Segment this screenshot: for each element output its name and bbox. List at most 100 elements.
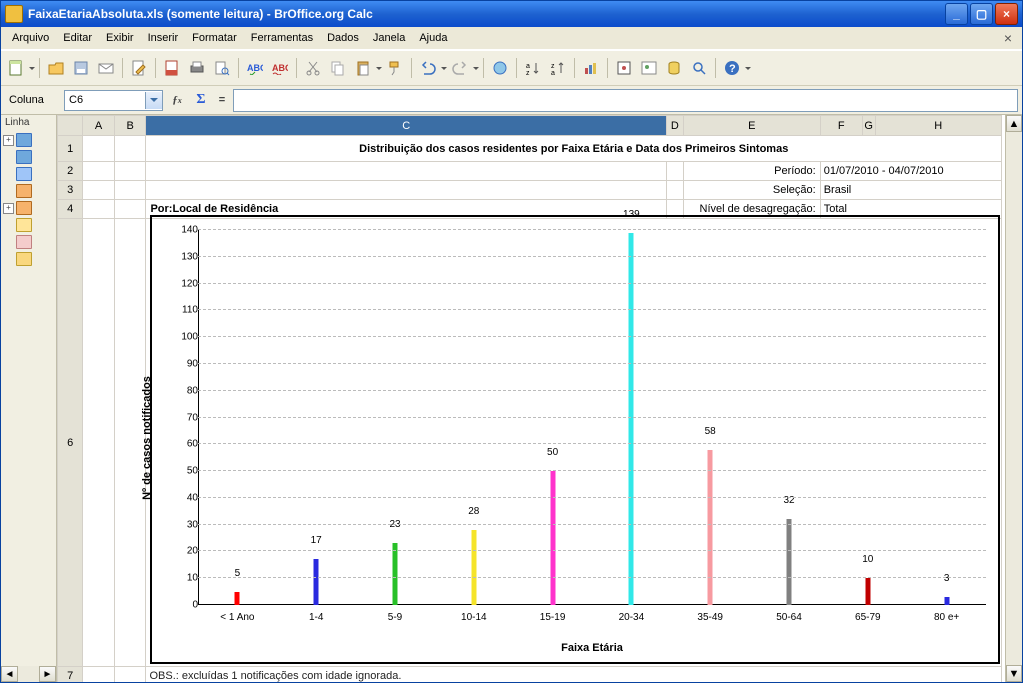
paste-icon[interactable] — [351, 56, 375, 80]
new-icon[interactable] — [4, 56, 28, 80]
menu-dados[interactable]: Dados — [320, 30, 366, 46]
chart-object[interactable]: Nº de casos notificados Faixa Etária 5< … — [150, 215, 996, 660]
standard-toolbar: ABC ABC az za ? — [1, 50, 1022, 86]
tree-ole-icon[interactable] — [16, 218, 32, 232]
scroll-down-icon[interactable]: ▼ — [1006, 665, 1022, 682]
redo-dropdown[interactable] — [473, 57, 479, 79]
function-wizard-icon[interactable]: ƒx — [167, 94, 187, 106]
menu-editar[interactable]: Editar — [56, 30, 99, 46]
save-icon[interactable] — [69, 56, 93, 80]
chart-ytick: 130 — [150, 251, 202, 262]
col-header[interactable]: H — [875, 116, 1002, 136]
coluna-label: Coluna — [5, 94, 60, 106]
cells-grid[interactable]: A B C D E F G H 1Distribuição dos — [57, 115, 1005, 682]
cell-ref-input[interactable] — [65, 93, 145, 107]
paste-dropdown[interactable] — [376, 57, 382, 79]
chart-ytick: 90 — [150, 358, 202, 369]
tree-image-icon[interactable] — [16, 201, 32, 215]
hyperlink-icon[interactable] — [488, 56, 512, 80]
sort-asc-icon[interactable]: az — [521, 56, 545, 80]
tree-sheet-icon[interactable] — [16, 150, 32, 164]
col-header[interactable]: F — [820, 116, 862, 136]
menu-formatar[interactable]: Formatar — [185, 30, 244, 46]
svg-text:ABC: ABC — [272, 63, 288, 73]
select-all-corner[interactable] — [58, 116, 83, 136]
side-hscroll[interactable]: ◄ ► — [1, 666, 56, 682]
col-header[interactable]: D — [666, 116, 683, 136]
tree-note-icon[interactable] — [16, 235, 32, 249]
side-panel: Linha + + ◄ ► — [1, 115, 57, 682]
col-header[interactable]: E — [683, 116, 820, 136]
tree-dbrange-icon[interactable] — [16, 184, 32, 198]
menu-ajuda[interactable]: Ajuda — [412, 30, 454, 46]
row-header[interactable]: 4 — [58, 200, 83, 219]
export-pdf-icon[interactable] — [160, 56, 184, 80]
menu-ferramentas[interactable]: Ferramentas — [244, 30, 320, 46]
chart-category-label: 80 e+ — [934, 612, 959, 623]
tree-expand-icon[interactable]: + — [3, 135, 14, 146]
svg-text:z: z — [551, 63, 555, 70]
menu-janela[interactable]: Janela — [366, 30, 412, 46]
tree-expand-icon[interactable]: + — [3, 203, 14, 214]
undo-dropdown[interactable] — [441, 57, 447, 79]
minimize-button[interactable]: _ — [945, 3, 968, 25]
copy-icon[interactable] — [326, 56, 350, 80]
close-button[interactable]: × — [995, 3, 1018, 25]
chart-ytick: 60 — [150, 439, 202, 450]
help-icon[interactable]: ? — [720, 56, 744, 80]
spellcheck-icon[interactable]: ABC — [243, 56, 267, 80]
scroll-right-icon[interactable]: ► — [39, 666, 56, 682]
equals-icon[interactable]: = — [215, 94, 229, 106]
row-header[interactable]: 2 — [58, 162, 83, 181]
sort-desc-icon[interactable]: za — [546, 56, 570, 80]
row-header[interactable]: 3 — [58, 181, 83, 200]
col-header[interactable]: G — [862, 116, 875, 136]
navigator-icon[interactable] — [612, 56, 636, 80]
svg-text:a: a — [551, 70, 555, 76]
help-dropdown[interactable] — [745, 57, 751, 79]
col-header[interactable]: A — [83, 116, 115, 136]
edit-doc-icon[interactable] — [127, 56, 151, 80]
redo-icon[interactable] — [448, 56, 472, 80]
close-doc-button[interactable]: × — [998, 28, 1018, 48]
scroll-up-icon[interactable]: ▲ — [1006, 115, 1022, 132]
row-header[interactable]: 6 — [58, 219, 83, 667]
row-header[interactable]: 7 — [58, 667, 83, 683]
column-headers[interactable]: A B C D E F G H — [58, 116, 1002, 136]
autospell-icon[interactable]: ABC — [268, 56, 292, 80]
zoom-icon[interactable] — [687, 56, 711, 80]
sum-icon[interactable]: Σ — [191, 92, 211, 108]
tree-range-icon[interactable] — [16, 167, 32, 181]
svg-text:a: a — [526, 63, 530, 70]
chart-bar — [235, 592, 240, 605]
gallery-icon[interactable] — [637, 56, 661, 80]
scroll-left-icon[interactable]: ◄ — [1, 666, 18, 682]
chart-icon[interactable] — [579, 56, 603, 80]
new-dropdown[interactable] — [29, 57, 35, 79]
datasources-icon[interactable] — [662, 56, 686, 80]
tree-draw-icon[interactable] — [16, 252, 32, 266]
row-header[interactable]: 1 — [58, 136, 83, 162]
svg-text:ABC: ABC — [247, 63, 263, 73]
undo-icon[interactable] — [416, 56, 440, 80]
print-icon[interactable] — [185, 56, 209, 80]
formula-input[interactable] — [233, 89, 1018, 112]
col-header[interactable]: B — [114, 116, 146, 136]
email-icon[interactable] — [94, 56, 118, 80]
chart-gridline — [198, 524, 986, 525]
preview-icon[interactable] — [210, 56, 234, 80]
cut-icon[interactable] — [301, 56, 325, 80]
menu-inserir[interactable]: Inserir — [141, 30, 186, 46]
chart-category-label: 65-79 — [855, 612, 881, 623]
name-box[interactable] — [64, 90, 163, 111]
name-box-dropdown[interactable] — [145, 92, 162, 109]
menu-exibir[interactable]: Exibir — [99, 30, 141, 46]
vertical-scrollbar[interactable]: ▲ ▼ — [1005, 115, 1022, 682]
open-icon[interactable] — [44, 56, 68, 80]
menu-arquivo[interactable]: Arquivo — [5, 30, 56, 46]
col-header[interactable]: C — [146, 116, 666, 136]
tree-sheet-icon[interactable] — [16, 133, 32, 147]
format-paint-icon[interactable] — [383, 56, 407, 80]
maximize-button[interactable]: ▢ — [970, 3, 993, 25]
chart-gridline — [198, 443, 986, 444]
